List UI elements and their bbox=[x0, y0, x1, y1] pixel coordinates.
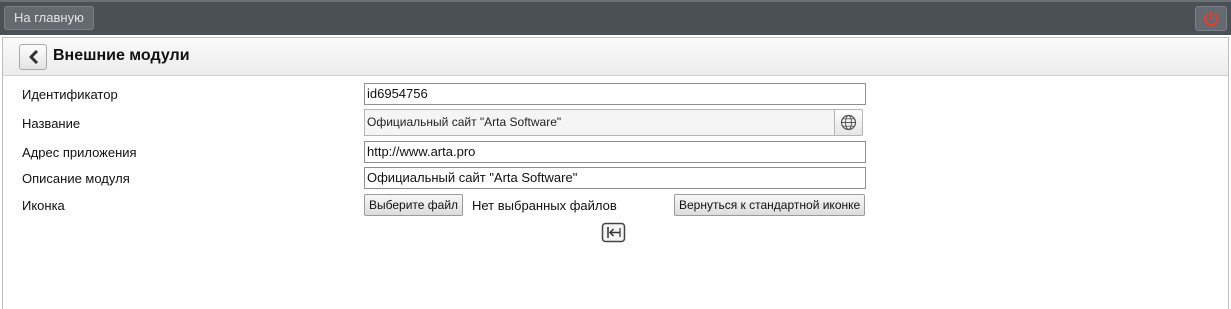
name-translate-button[interactable] bbox=[834, 109, 863, 136]
description-field[interactable]: Официальный сайт "Arta Software" bbox=[364, 167, 866, 189]
choose-file-button[interactable]: Выберите файл bbox=[364, 194, 464, 216]
id-label: Идентификатор bbox=[22, 87, 118, 102]
name-field[interactable]: Официальный сайт "Arta Software" bbox=[364, 109, 834, 136]
top-bar: На главную bbox=[0, 0, 1231, 35]
no-file-text: Нет выбранных файлов bbox=[472, 198, 617, 213]
url-field[interactable]: http://www.arta.pro bbox=[364, 141, 866, 163]
home-button[interactable]: На главную bbox=[4, 6, 94, 30]
description-label: Описание модуля bbox=[22, 171, 130, 186]
chevron-left-icon bbox=[29, 50, 39, 64]
reset-icon-button[interactable]: Вернуться к стандартной иконке bbox=[674, 194, 866, 216]
panel-header: Внешние модули bbox=[3, 38, 1228, 76]
name-label: Название bbox=[22, 116, 81, 131]
logout-button[interactable] bbox=[1195, 6, 1227, 31]
page-title: Внешние модули bbox=[53, 47, 190, 64]
module-panel: Внешние модули Идентификатор id6954756 Н… bbox=[2, 37, 1229, 309]
url-label: Адрес приложения bbox=[22, 145, 137, 160]
power-icon bbox=[1203, 10, 1219, 26]
globe-icon bbox=[840, 114, 857, 131]
id-field[interactable]: id6954756 bbox=[364, 83, 866, 105]
icon-label: Иконка bbox=[22, 198, 65, 213]
insert-module-icon[interactable] bbox=[601, 222, 627, 249]
back-button[interactable] bbox=[19, 44, 47, 70]
